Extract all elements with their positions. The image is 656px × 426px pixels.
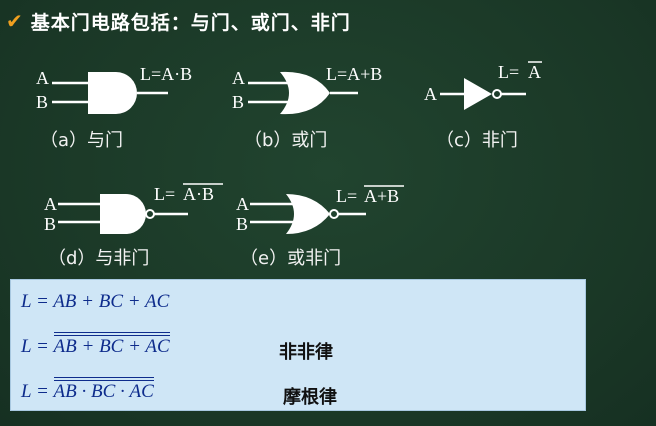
formula-3-rhs-group: AB · BC · AC bbox=[53, 377, 155, 403]
law-label-de-morgan: 摩根律 bbox=[283, 387, 337, 408]
slide-title: 基本门电路包括：与门、或门、非门 bbox=[30, 11, 351, 34]
not-gate-input-a: A bbox=[424, 84, 437, 104]
formula-3-term-bc: BC bbox=[91, 380, 116, 402]
formula-3-term-ac: AC bbox=[129, 380, 155, 402]
nor-gate-symbol bbox=[286, 194, 330, 234]
or-gate-input-b: B bbox=[232, 92, 244, 112]
checkmark-icon: ✔ bbox=[6, 9, 23, 33]
nor-gate-diagram: A B L= A+B bbox=[232, 178, 432, 244]
formula-row-2: L = AB + BC + AC bbox=[21, 332, 170, 358]
formula-2-lhs: L = bbox=[21, 336, 54, 357]
formula-1-lhs: L = bbox=[21, 291, 54, 312]
or-gate-diagram: A B L=A+B bbox=[228, 58, 418, 124]
formula-box: L = AB + BC + AC L = AB + BC + AC 非非律 L … bbox=[10, 279, 586, 411]
nand-gate-output-prefix: L= bbox=[154, 184, 175, 204]
law-label-double-negation: 非非律 bbox=[279, 342, 333, 363]
nor-gate-input-b: B bbox=[236, 214, 248, 234]
nand-gate-symbol bbox=[100, 194, 146, 234]
not-gate-symbol bbox=[464, 78, 492, 110]
formula-3-dot-1: · bbox=[76, 381, 92, 402]
nor-gate-output-bar: A+B bbox=[364, 186, 399, 206]
not-gate-output-bar: A bbox=[528, 62, 541, 82]
or-gate-svg: A B L=A+B bbox=[232, 64, 382, 115]
nand-gate-diagram: A B L= A·B bbox=[40, 178, 240, 244]
formula-row-1: L = AB + BC + AC bbox=[21, 291, 169, 313]
nor-gate-input-a: A bbox=[236, 194, 249, 214]
or-gate-caption: （b）或门 bbox=[244, 130, 328, 151]
nand-gate-input-a: A bbox=[44, 194, 57, 214]
or-gate-symbol bbox=[280, 71, 330, 115]
not-gate-output-prefix: L= bbox=[498, 62, 519, 82]
and-gate-caption: （a）与门 bbox=[40, 130, 124, 151]
formula-2-rhs: AB + BC + AC bbox=[53, 332, 170, 357]
and-gate-input-a: A bbox=[36, 68, 49, 88]
formula-3-term-ab: AB bbox=[53, 380, 77, 402]
nand-gate-output-bar: A·B bbox=[183, 184, 214, 204]
nand-gate-svg: A B L= A·B bbox=[44, 183, 223, 234]
nor-gate-caption: （e）或非门 bbox=[240, 248, 342, 269]
formula-3-dot-2: · bbox=[115, 381, 130, 402]
nand-gate-caption: （d）与非门 bbox=[48, 248, 150, 269]
and-gate-diagram: A B L=A·B bbox=[30, 58, 220, 124]
formula-1-rhs: AB + BC + AC bbox=[53, 291, 170, 312]
or-gate-input-a: A bbox=[232, 68, 245, 88]
title-row: ✔ 基本门电路包括：与门、或门、非门 bbox=[6, 6, 351, 36]
formula-3-lhs: L = bbox=[21, 381, 54, 402]
and-gate-symbol bbox=[88, 72, 137, 114]
and-gate-svg: A B L=A·B bbox=[36, 64, 192, 114]
slide: ✔ 基本门电路包括：与门、或门、非门 A B L=A·B （a）与门 A B L… bbox=[0, 0, 656, 426]
not-gate-svg: A L= A bbox=[424, 61, 542, 110]
nand-gate-input-b: B bbox=[44, 214, 56, 234]
not-gate-diagram: A L= A bbox=[424, 58, 564, 124]
and-gate-input-b: B bbox=[36, 92, 48, 112]
not-gate-caption: （c）非门 bbox=[436, 130, 518, 151]
nor-gate-svg: A B L= A+B bbox=[236, 185, 404, 234]
formula-row-3: L = AB · BC · AC bbox=[21, 377, 155, 403]
and-gate-output-label: L=A·B bbox=[140, 64, 192, 84]
or-gate-output-label: L=A+B bbox=[326, 64, 382, 84]
nor-gate-output-prefix: L= bbox=[336, 186, 357, 206]
